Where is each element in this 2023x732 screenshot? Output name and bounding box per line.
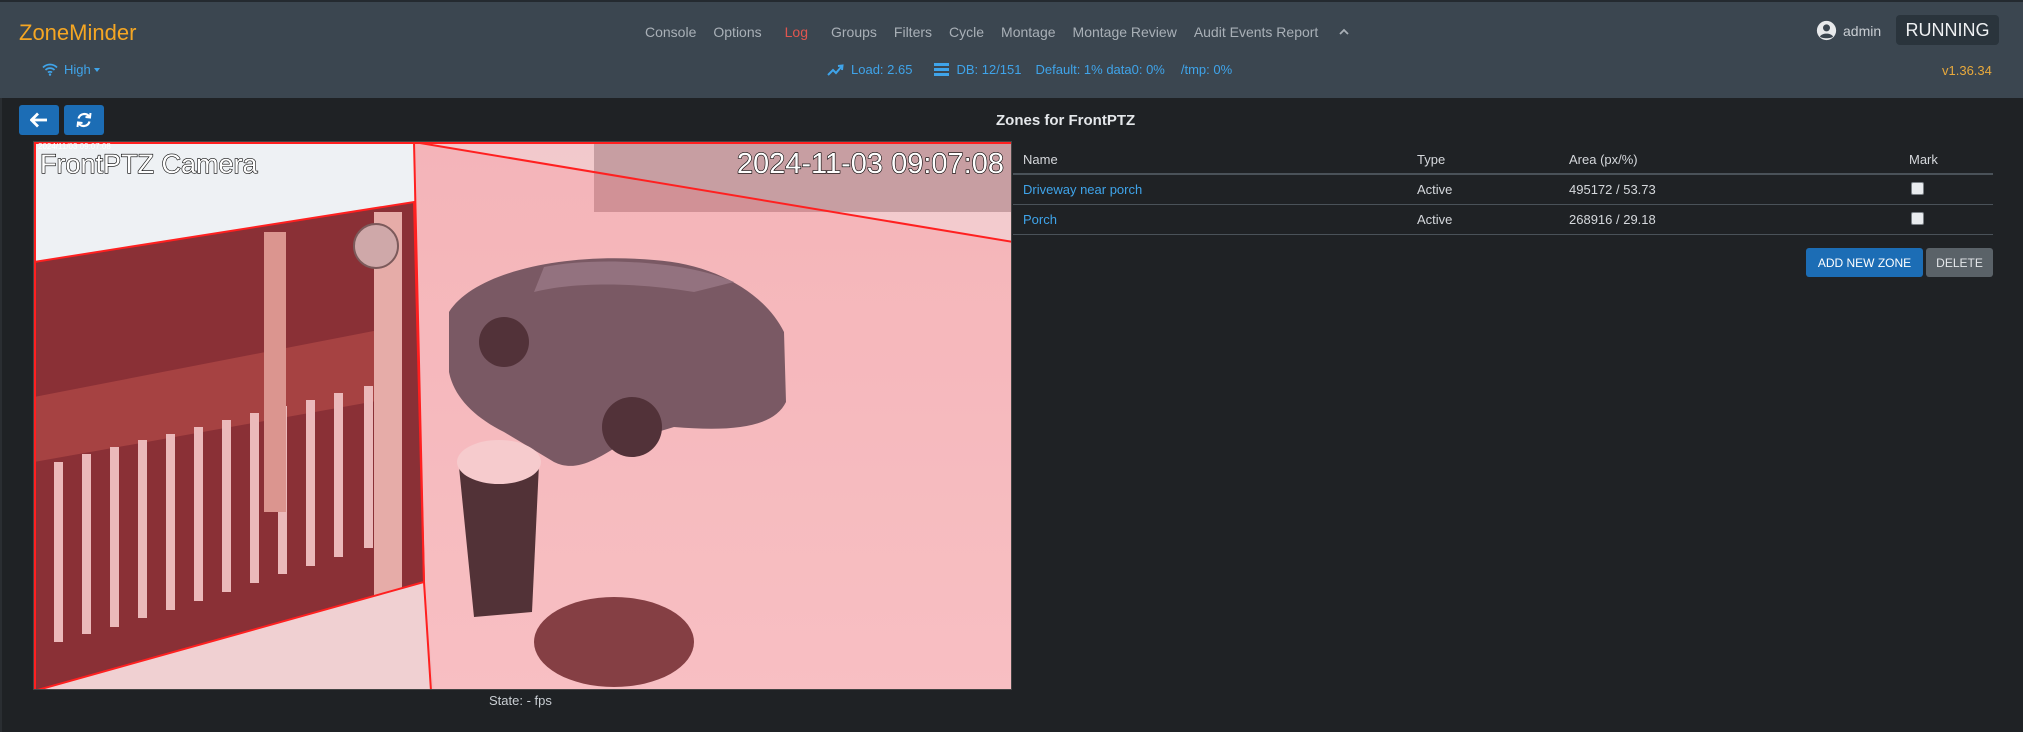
tmp-stat[interactable]: /tmp: 0% <box>1181 62 1232 77</box>
table-header: Name Type Area (px/%) Mark <box>1013 146 1993 175</box>
window-edge <box>0 0 2 732</box>
load-value: Load: 2.65 <box>851 62 913 77</box>
zone-type: Active <box>1417 212 1453 227</box>
table-row: Porch Active 268916 / 29.18 <box>1013 205 1993 235</box>
zone-area: 495172 / 53.73 <box>1569 182 1656 197</box>
top-navbar: ZoneMinder Console Options Log Groups Fi… <box>0 0 2023 98</box>
db-stat[interactable]: DB: 12/151 <box>934 62 1022 77</box>
database-list-icon <box>934 63 950 76</box>
trending-up-icon <box>827 63 844 76</box>
chevron-up-icon[interactable] <box>1337 25 1351 39</box>
page-title: Zones for FrontPTZ <box>996 112 1136 129</box>
overlay-camera-title: FrontPTZ Camera <box>40 149 259 179</box>
load-stat[interactable]: Load: 2.65 <box>827 62 912 77</box>
nav-montage-review[interactable]: Montage Review <box>1073 24 1177 40</box>
camera-snapshot[interactable]: 2024/11/03 09:07:08 FrontPTZ Camera 2024… <box>34 142 1012 690</box>
account-circle-icon <box>1816 20 1837 41</box>
nav-log[interactable]: Log <box>785 24 808 40</box>
stream-state: State: - fps <box>489 693 552 708</box>
brand-logo[interactable]: ZoneMinder <box>19 20 136 46</box>
nav-cycle[interactable]: Cycle <box>949 24 984 40</box>
col-type[interactable]: Type <box>1417 152 1569 167</box>
main-nav: Console Options Log Groups Filters Cycle… <box>645 24 1351 40</box>
system-stats: Load: 2.65 DB: 12/151 Default: 1% data0:… <box>827 62 1232 77</box>
disk-stat[interactable]: Default: 1% data0: 0% <box>1036 62 1165 77</box>
arrow-left-icon <box>30 112 47 128</box>
delete-button[interactable]: DELETE <box>1926 248 1993 277</box>
col-area[interactable]: Area (px/%) <box>1569 152 1909 167</box>
add-new-zone-button[interactable]: ADD NEW ZONE <box>1806 248 1923 277</box>
camera-zone-editor[interactable]: 2024/11/03 09:07:08 FrontPTZ Camera 2024… <box>33 141 1012 690</box>
bandwidth-dropdown[interactable]: High <box>42 62 100 77</box>
col-name[interactable]: Name <box>1013 152 1417 167</box>
nav-console[interactable]: Console <box>645 24 696 40</box>
nav-groups[interactable]: Groups <box>831 24 877 40</box>
nav-montage[interactable]: Montage <box>1001 24 1055 40</box>
mark-checkbox[interactable] <box>1911 211 1924 225</box>
run-state-button[interactable]: RUNNING <box>1896 15 1999 45</box>
user-menu[interactable]: admin <box>1816 20 1881 41</box>
refresh-icon <box>76 112 92 128</box>
username: admin <box>1843 22 1882 39</box>
col-mark: Mark <box>1909 152 1938 167</box>
zone-area: 268916 / 29.18 <box>1569 212 1656 227</box>
version-label[interactable]: v1.36.34 <box>1942 63 1992 78</box>
back-button[interactable] <box>19 105 59 135</box>
db-value: DB: 12/151 <box>956 62 1022 77</box>
zones-table: Name Type Area (px/%) Mark Driveway near… <box>1013 146 1993 235</box>
zone-type: Active <box>1417 182 1453 197</box>
nav-filters[interactable]: Filters <box>894 24 932 40</box>
zone-link-driveway[interactable]: Driveway near porch <box>1023 182 1142 197</box>
wifi-icon <box>42 63 58 76</box>
caret-down-icon <box>93 67 100 72</box>
refresh-button[interactable] <box>64 105 104 135</box>
zone-link-porch[interactable]: Porch <box>1023 212 1057 227</box>
table-row: Driveway near porch Active 495172 / 53.7… <box>1013 175 1993 205</box>
nav-audit-events-report[interactable]: Audit Events Report <box>1194 24 1319 40</box>
nav-options[interactable]: Options <box>713 24 761 40</box>
mark-checkbox[interactable] <box>1911 181 1924 195</box>
overlay-timestamp: 2024-11-03 09:07:08 <box>737 148 1004 180</box>
bandwidth-label: High <box>64 62 91 77</box>
